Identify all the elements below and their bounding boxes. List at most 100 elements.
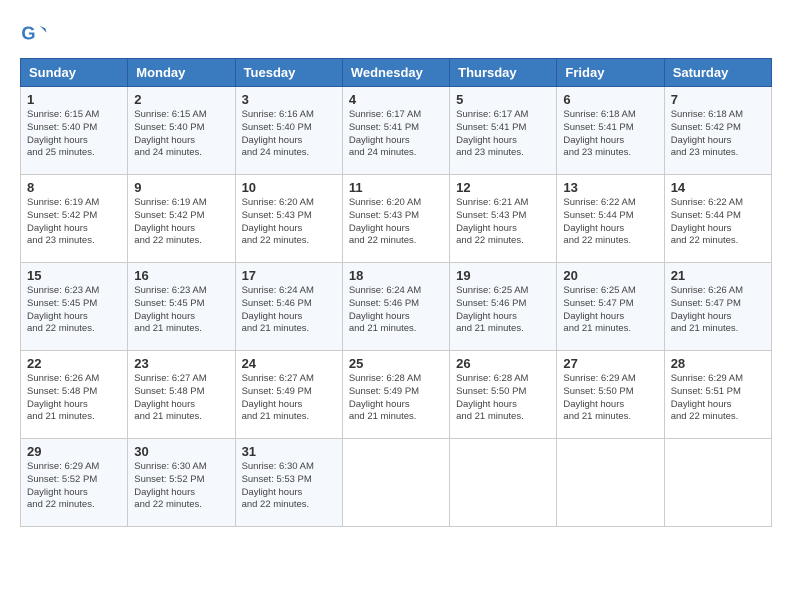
calendar-day-18: 18 Sunrise: 6:24 AM Sunset: 5:46 PM Dayl…	[342, 263, 449, 351]
calendar-day-22: 22 Sunrise: 6:26 AM Sunset: 5:48 PM Dayl…	[21, 351, 128, 439]
logo: G	[20, 20, 52, 48]
weekday-header-friday: Friday	[557, 59, 664, 87]
weekday-header-thursday: Thursday	[450, 59, 557, 87]
calendar-week-5: 29 Sunrise: 6:29 AM Sunset: 5:52 PM Dayl…	[21, 439, 772, 527]
day-number: 3	[242, 92, 336, 107]
day-info: Sunrise: 6:21 AM Sunset: 5:43 PM Dayligh…	[456, 197, 550, 248]
day-info: Sunrise: 6:30 AM Sunset: 5:52 PM Dayligh…	[134, 461, 228, 512]
calendar-day-7: 7 Sunrise: 6:18 AM Sunset: 5:42 PM Dayli…	[664, 87, 771, 175]
day-number: 10	[242, 180, 336, 195]
day-number: 13	[563, 180, 657, 195]
day-number: 7	[671, 92, 765, 107]
calendar-day-27: 27 Sunrise: 6:29 AM Sunset: 5:50 PM Dayl…	[557, 351, 664, 439]
day-number: 5	[456, 92, 550, 107]
calendar-day-12: 12 Sunrise: 6:21 AM Sunset: 5:43 PM Dayl…	[450, 175, 557, 263]
day-number: 19	[456, 268, 550, 283]
calendar-day-19: 19 Sunrise: 6:25 AM Sunset: 5:46 PM Dayl…	[450, 263, 557, 351]
day-number: 29	[27, 444, 121, 459]
calendar-day-30: 30 Sunrise: 6:30 AM Sunset: 5:52 PM Dayl…	[128, 439, 235, 527]
calendar-day-3: 3 Sunrise: 6:16 AM Sunset: 5:40 PM Dayli…	[235, 87, 342, 175]
day-number: 21	[671, 268, 765, 283]
calendar-day-31: 31 Sunrise: 6:30 AM Sunset: 5:53 PM Dayl…	[235, 439, 342, 527]
empty-cell	[664, 439, 771, 527]
day-info: Sunrise: 6:28 AM Sunset: 5:49 PM Dayligh…	[349, 373, 443, 424]
day-number: 11	[349, 180, 443, 195]
calendar-week-4: 22 Sunrise: 6:26 AM Sunset: 5:48 PM Dayl…	[21, 351, 772, 439]
day-number: 24	[242, 356, 336, 371]
logo-icon: G	[20, 20, 48, 48]
day-number: 6	[563, 92, 657, 107]
calendar-day-9: 9 Sunrise: 6:19 AM Sunset: 5:42 PM Dayli…	[128, 175, 235, 263]
day-info: Sunrise: 6:22 AM Sunset: 5:44 PM Dayligh…	[563, 197, 657, 248]
calendar-day-13: 13 Sunrise: 6:22 AM Sunset: 5:44 PM Dayl…	[557, 175, 664, 263]
day-info: Sunrise: 6:29 AM Sunset: 5:51 PM Dayligh…	[671, 373, 765, 424]
weekday-header-sunday: Sunday	[21, 59, 128, 87]
calendar-day-24: 24 Sunrise: 6:27 AM Sunset: 5:49 PM Dayl…	[235, 351, 342, 439]
day-info: Sunrise: 6:26 AM Sunset: 5:48 PM Dayligh…	[27, 373, 121, 424]
weekday-header-monday: Monday	[128, 59, 235, 87]
calendar-day-29: 29 Sunrise: 6:29 AM Sunset: 5:52 PM Dayl…	[21, 439, 128, 527]
day-info: Sunrise: 6:24 AM Sunset: 5:46 PM Dayligh…	[242, 285, 336, 336]
weekday-header-wednesday: Wednesday	[342, 59, 449, 87]
weekday-header-saturday: Saturday	[664, 59, 771, 87]
day-number: 28	[671, 356, 765, 371]
day-info: Sunrise: 6:23 AM Sunset: 5:45 PM Dayligh…	[134, 285, 228, 336]
day-info: Sunrise: 6:17 AM Sunset: 5:41 PM Dayligh…	[349, 109, 443, 160]
calendar-day-4: 4 Sunrise: 6:17 AM Sunset: 5:41 PM Dayli…	[342, 87, 449, 175]
calendar-day-28: 28 Sunrise: 6:29 AM Sunset: 5:51 PM Dayl…	[664, 351, 771, 439]
calendar-day-11: 11 Sunrise: 6:20 AM Sunset: 5:43 PM Dayl…	[342, 175, 449, 263]
empty-cell	[342, 439, 449, 527]
day-info: Sunrise: 6:25 AM Sunset: 5:46 PM Dayligh…	[456, 285, 550, 336]
calendar-header: SundayMondayTuesdayWednesdayThursdayFrid…	[21, 59, 772, 87]
day-info: Sunrise: 6:20 AM Sunset: 5:43 PM Dayligh…	[242, 197, 336, 248]
calendar-day-14: 14 Sunrise: 6:22 AM Sunset: 5:44 PM Dayl…	[664, 175, 771, 263]
day-number: 23	[134, 356, 228, 371]
day-info: Sunrise: 6:17 AM Sunset: 5:41 PM Dayligh…	[456, 109, 550, 160]
day-info: Sunrise: 6:19 AM Sunset: 5:42 PM Dayligh…	[134, 197, 228, 248]
day-number: 18	[349, 268, 443, 283]
calendar-day-17: 17 Sunrise: 6:24 AM Sunset: 5:46 PM Dayl…	[235, 263, 342, 351]
day-info: Sunrise: 6:20 AM Sunset: 5:43 PM Dayligh…	[349, 197, 443, 248]
day-number: 22	[27, 356, 121, 371]
day-info: Sunrise: 6:27 AM Sunset: 5:49 PM Dayligh…	[242, 373, 336, 424]
day-info: Sunrise: 6:19 AM Sunset: 5:42 PM Dayligh…	[27, 197, 121, 248]
calendar-day-2: 2 Sunrise: 6:15 AM Sunset: 5:40 PM Dayli…	[128, 87, 235, 175]
day-info: Sunrise: 6:16 AM Sunset: 5:40 PM Dayligh…	[242, 109, 336, 160]
calendar-week-1: 1 Sunrise: 6:15 AM Sunset: 5:40 PM Dayli…	[21, 87, 772, 175]
day-number: 9	[134, 180, 228, 195]
day-info: Sunrise: 6:27 AM Sunset: 5:48 PM Dayligh…	[134, 373, 228, 424]
day-number: 20	[563, 268, 657, 283]
calendar-day-8: 8 Sunrise: 6:19 AM Sunset: 5:42 PM Dayli…	[21, 175, 128, 263]
calendar-table: SundayMondayTuesdayWednesdayThursdayFrid…	[20, 58, 772, 527]
day-number: 15	[27, 268, 121, 283]
day-number: 25	[349, 356, 443, 371]
page-header: G	[20, 20, 772, 48]
day-info: Sunrise: 6:30 AM Sunset: 5:53 PM Dayligh…	[242, 461, 336, 512]
day-info: Sunrise: 6:28 AM Sunset: 5:50 PM Dayligh…	[456, 373, 550, 424]
day-number: 8	[27, 180, 121, 195]
empty-cell	[450, 439, 557, 527]
calendar-day-20: 20 Sunrise: 6:25 AM Sunset: 5:47 PM Dayl…	[557, 263, 664, 351]
calendar-week-2: 8 Sunrise: 6:19 AM Sunset: 5:42 PM Dayli…	[21, 175, 772, 263]
day-number: 12	[456, 180, 550, 195]
day-number: 31	[242, 444, 336, 459]
calendar-week-3: 15 Sunrise: 6:23 AM Sunset: 5:45 PM Dayl…	[21, 263, 772, 351]
day-info: Sunrise: 6:24 AM Sunset: 5:46 PM Dayligh…	[349, 285, 443, 336]
day-number: 17	[242, 268, 336, 283]
calendar-day-1: 1 Sunrise: 6:15 AM Sunset: 5:40 PM Dayli…	[21, 87, 128, 175]
day-info: Sunrise: 6:26 AM Sunset: 5:47 PM Dayligh…	[671, 285, 765, 336]
day-number: 4	[349, 92, 443, 107]
day-number: 16	[134, 268, 228, 283]
weekday-header-row: SundayMondayTuesdayWednesdayThursdayFrid…	[21, 59, 772, 87]
calendar-day-5: 5 Sunrise: 6:17 AM Sunset: 5:41 PM Dayli…	[450, 87, 557, 175]
day-info: Sunrise: 6:22 AM Sunset: 5:44 PM Dayligh…	[671, 197, 765, 248]
calendar-day-10: 10 Sunrise: 6:20 AM Sunset: 5:43 PM Dayl…	[235, 175, 342, 263]
calendar-body: 1 Sunrise: 6:15 AM Sunset: 5:40 PM Dayli…	[21, 87, 772, 527]
day-info: Sunrise: 6:15 AM Sunset: 5:40 PM Dayligh…	[134, 109, 228, 160]
empty-cell	[557, 439, 664, 527]
weekday-header-tuesday: Tuesday	[235, 59, 342, 87]
day-number: 26	[456, 356, 550, 371]
calendar-day-6: 6 Sunrise: 6:18 AM Sunset: 5:41 PM Dayli…	[557, 87, 664, 175]
day-info: Sunrise: 6:29 AM Sunset: 5:50 PM Dayligh…	[563, 373, 657, 424]
day-number: 30	[134, 444, 228, 459]
